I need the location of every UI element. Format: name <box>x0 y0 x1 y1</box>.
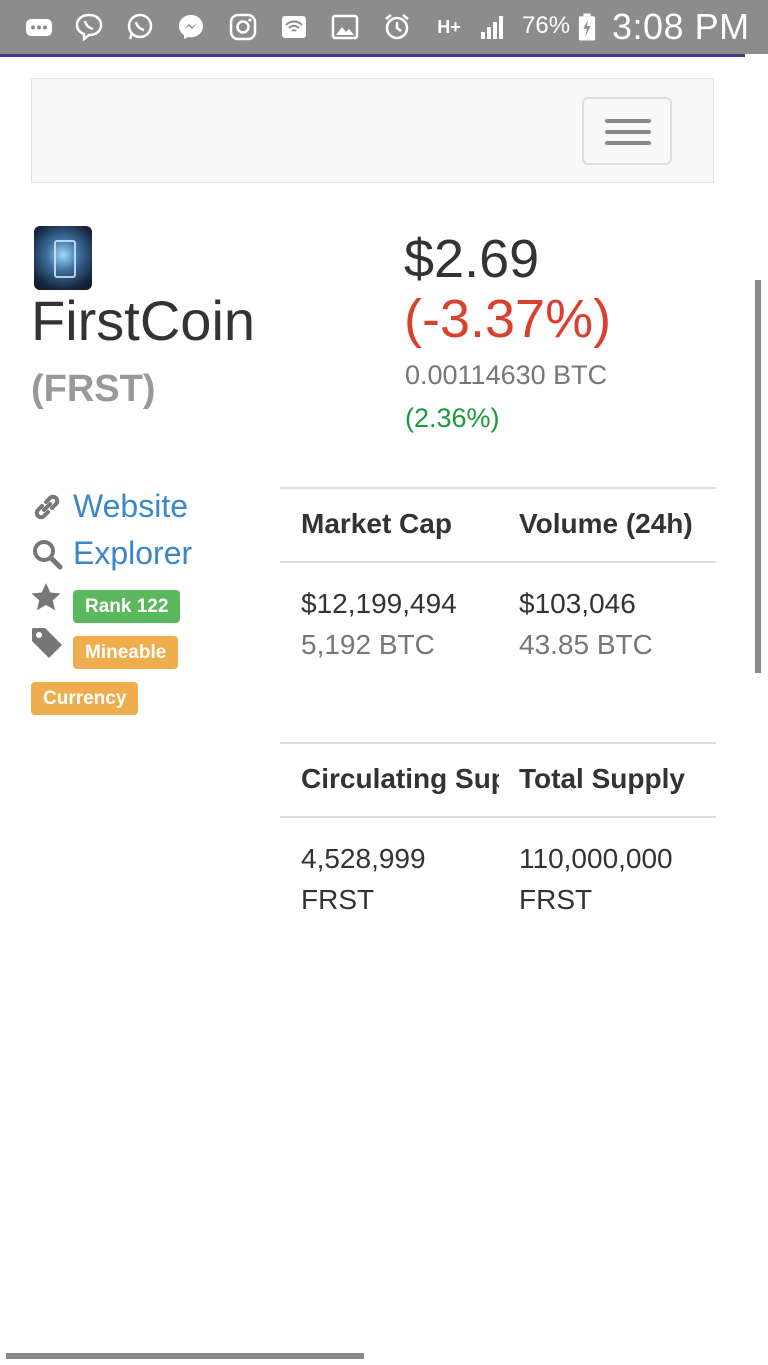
search-icon <box>33 539 63 569</box>
battery-icon <box>576 10 598 44</box>
price-usd: $2.69 <box>404 229 540 289</box>
website-link-label[interactable]: Website <box>73 488 188 525</box>
total-supply-header: Total Supply <box>519 763 685 794</box>
volume-btc: 43.85 BTC <box>519 629 653 660</box>
price-change-usd: (-3.37%) <box>404 289 612 349</box>
hamburger-bar <box>605 130 651 134</box>
volume-usd: $103,046 <box>519 588 636 619</box>
battery-percent: 76% <box>522 12 571 39</box>
circulating-supply-header: Circulating Supply <box>301 763 499 794</box>
explorer-link[interactable]: Explorer <box>31 535 192 572</box>
status-bar-accent-line <box>0 54 745 57</box>
logo-chip <box>54 240 76 278</box>
price-change-btc: (2.36%) <box>405 403 500 433</box>
menu-toggle-button[interactable] <box>582 97 672 165</box>
link-icon <box>34 494 60 519</box>
clock: 3:08 PM <box>612 6 750 47</box>
mineable-label: Mineable <box>73 636 179 669</box>
messenger-icon <box>174 10 208 44</box>
website-link[interactable]: Website <box>31 488 188 525</box>
explorer-link-label[interactable]: Explorer <box>73 535 192 572</box>
status-bar: H+ 76% 3:08 PM <box>0 0 768 57</box>
vertical-scrollbar[interactable] <box>755 280 761 673</box>
hamburger-bar <box>605 119 651 123</box>
price-btc: 0.00114630 BTC <box>405 360 608 390</box>
navbar <box>31 78 714 183</box>
tag-icon <box>32 628 62 658</box>
table-divider <box>280 561 716 563</box>
coin-logo <box>34 226 92 290</box>
instagram-icon <box>226 10 260 44</box>
more-icon <box>22 10 56 44</box>
network-type-icon: H+ <box>434 10 464 44</box>
network-type-label: H+ <box>437 17 461 37</box>
coin-symbol: (FRST) <box>31 368 156 410</box>
circulating-supply-unit: FRST <box>301 884 375 915</box>
alarm-icon <box>380 10 414 44</box>
whatsapp-icon <box>123 10 157 44</box>
circulating-supply-amount: 4,528,999 <box>301 843 426 874</box>
star-icon <box>31 583 61 611</box>
gallery-icon <box>328 10 362 44</box>
signal-icon <box>476 10 510 44</box>
hamburger-bar <box>605 141 651 145</box>
wifi-icon <box>277 10 311 44</box>
viber-icon <box>72 10 106 44</box>
table-divider <box>280 742 716 744</box>
total-supply-amount: 110,000,000 <box>519 843 673 874</box>
market-cap-btc: 5,192 BTC <box>301 629 435 660</box>
volume-header: Volume (24h) <box>519 508 693 539</box>
table-divider <box>280 487 716 489</box>
market-cap-header: Market Cap <box>301 508 452 539</box>
currency-label: Currency <box>31 682 139 715</box>
total-supply-unit: FRST <box>519 884 593 915</box>
horizontal-scrollbar[interactable] <box>6 1353 364 1359</box>
table-divider <box>280 816 716 818</box>
market-cap-usd: $12,199,494 <box>301 588 457 619</box>
rank-label: Rank 122 <box>73 590 181 623</box>
coin-name: FirstCoin <box>31 289 256 352</box>
